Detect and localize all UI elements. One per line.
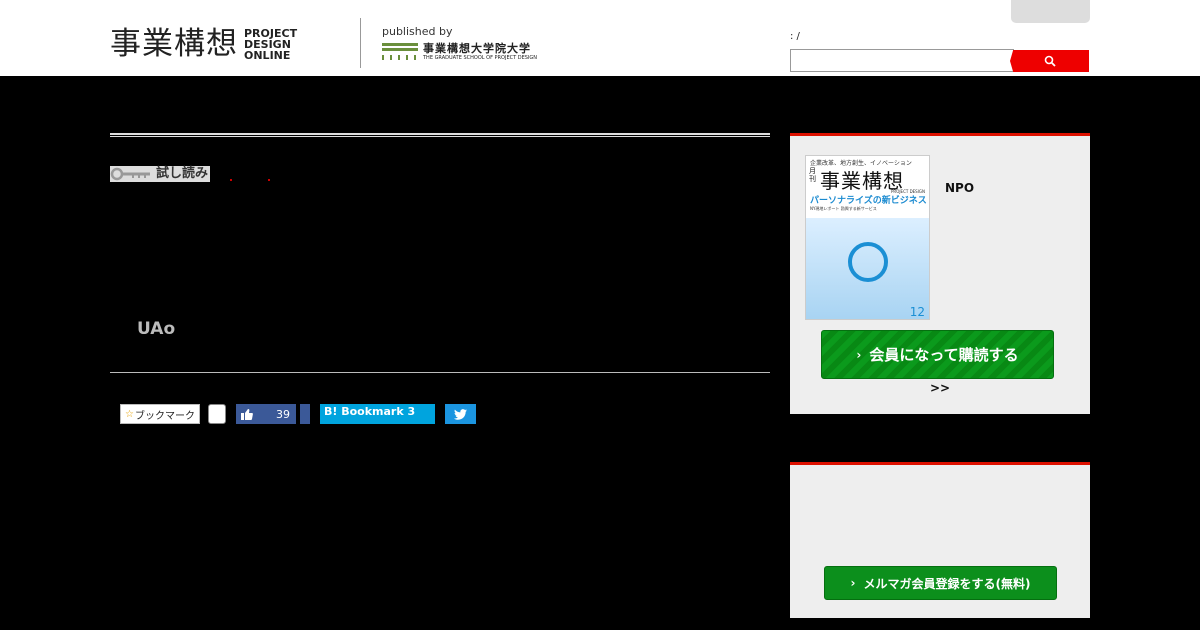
cover-month: 月刊	[809, 167, 816, 183]
site-logo[interactable]: 事業構想 PROJECT DESIGN ONLINE	[110, 26, 297, 62]
star-icon: ☆	[125, 408, 134, 420]
search-icon	[1044, 55, 1056, 67]
hatena-bookmark-label: B! Bookmark	[324, 405, 404, 418]
hatena-bookmark-count: 3	[407, 405, 416, 418]
newsletter-signup-label: メルマガ会員登録をする(無料)	[863, 576, 1031, 591]
subscribe-button[interactable]: › 会員になって購読する	[821, 330, 1054, 379]
graduate-school-name-jp: 事業構想大学院大学	[423, 42, 531, 55]
twitter-bird-icon	[454, 408, 467, 420]
cover-image: 12	[806, 218, 929, 319]
key-icon	[110, 167, 150, 181]
bookmark-count-bubble	[208, 404, 226, 424]
trial-read-badge[interactable]: 試し読み	[110, 166, 211, 182]
bookmark-button[interactable]: ☆ ブックマーク	[120, 404, 200, 424]
trial-read-label: 試し読み	[156, 166, 209, 181]
magazine-cover[interactable]: 企業改革、地方創生、イノベーション 月刊 事業構想 PROJECT DESIGN…	[805, 155, 930, 320]
header-divider	[360, 18, 361, 68]
hatena-bookmark-button[interactable]: B! Bookmark 3	[320, 404, 435, 424]
newsletter-signup-button[interactable]: › メルマガ会員登録をする(無料)	[824, 566, 1057, 600]
thumbs-up-icon	[241, 408, 253, 420]
person-icon	[848, 242, 888, 282]
cover-subheadline: NY現地レポート 勃興する新サービス	[810, 206, 877, 211]
logo-en: PROJECT DESIGN ONLINE	[244, 28, 297, 61]
subscribe-button-label: 会員になって購読する	[869, 346, 1019, 364]
search-input[interactable]	[790, 49, 1014, 72]
bookmark-label: ブックマーク	[134, 410, 195, 422]
cover-issue-number: 12	[909, 305, 925, 319]
article-author: UAo	[137, 319, 176, 339]
graduate-school-logo[interactable]: 事業構想大学院大学 THE GRADUATE SCHOOL OF PROJECT…	[382, 42, 537, 62]
article-bottom-rule	[110, 372, 770, 373]
cover-headline: パーソナライズの新ビジネス	[810, 196, 927, 206]
logo-jp: 事業構想	[110, 26, 238, 62]
search-button[interactable]	[1010, 50, 1089, 72]
graduate-school-mark-icon	[382, 42, 418, 60]
facebook-like-count: 39	[276, 407, 290, 421]
red-marker	[230, 179, 232, 181]
facebook-share-button[interactable]	[300, 404, 310, 424]
facebook-like-button[interactable]: 39	[236, 404, 296, 424]
newsletter-card: › メルマガ会員登録をする(無料)	[790, 462, 1090, 618]
npo-label: NPO	[945, 181, 975, 195]
red-marker	[268, 179, 270, 181]
more-link[interactable]: >>	[930, 381, 950, 395]
twitter-button[interactable]	[445, 404, 476, 424]
member-menu-button[interactable]	[1011, 0, 1090, 23]
header-links[interactable]: : /	[790, 31, 800, 42]
graduate-school-name-en: THE GRADUATE SCHOOL OF PROJECT DESIGN	[423, 55, 538, 61]
magazine-card: 企業改革、地方創生、イノベーション 月刊 事業構想 PROJECT DESIGN…	[790, 133, 1090, 414]
site-header: 事業構想 PROJECT DESIGN ONLINE published by …	[0, 0, 1200, 76]
article-top-rule	[110, 133, 770, 137]
graduate-school-text: 事業構想大学院大学 THE GRADUATE SCHOOL OF PROJECT…	[423, 42, 537, 62]
logo-en-line: ONLINE	[244, 48, 291, 62]
chevron-right-icon: ›	[850, 576, 856, 590]
published-by-label: published by	[382, 25, 453, 38]
chevron-right-icon: ›	[856, 347, 862, 362]
